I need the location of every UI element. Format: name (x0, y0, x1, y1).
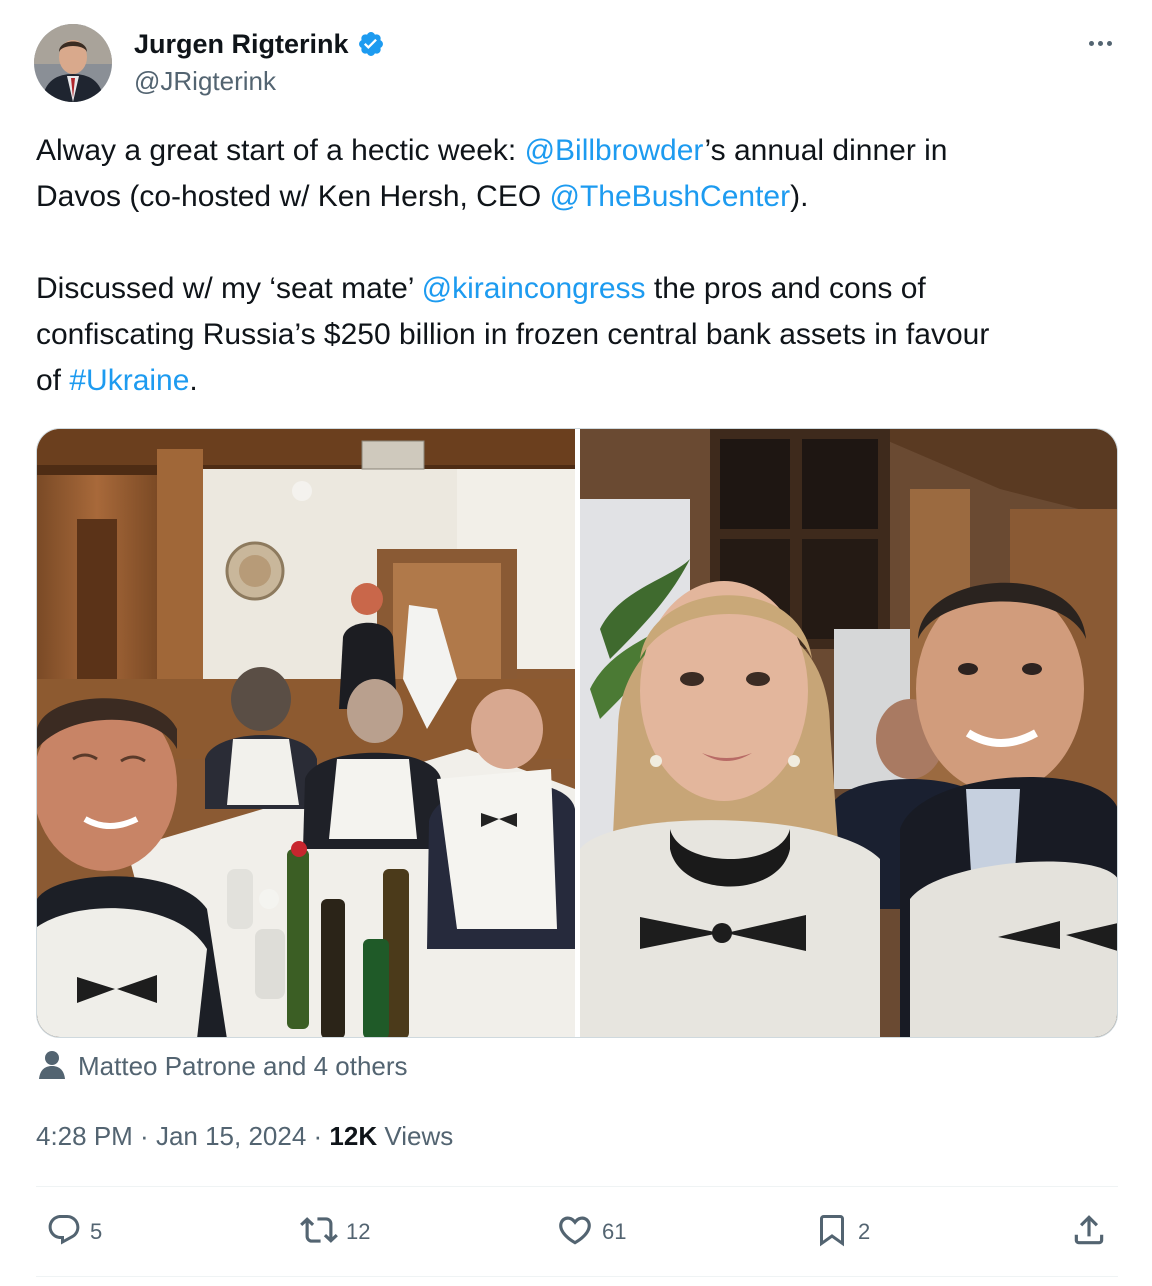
photo-selfie[interactable] (579, 429, 1117, 1037)
tweet-text-segment: Discussed w/ my ‘seat mate’ (36, 272, 422, 305)
tweet-text-segment: ). (790, 180, 809, 213)
tweet-text-segment: Davos (co-hosted w/ Ken Hersh, CEO (36, 180, 550, 213)
author-display-name[interactable]: Jurgen Rigterink (134, 29, 349, 60)
tweet-card: Jurgen Rigterink @JRigterink Alway a gre… (0, 0, 1152, 1286)
author-handle[interactable]: @JRigterink (134, 66, 276, 97)
more-icon[interactable] (1078, 28, 1122, 58)
media-grid (36, 428, 1118, 1038)
views-label: Views (377, 1120, 454, 1151)
mention-link-thebushcenter[interactable]: @TheBushCenter (550, 180, 791, 213)
tweet-line-1: Alway a great start of a hectic week: @B… (36, 128, 1126, 174)
tagged-people[interactable]: Matteo Patrone and 4 others (38, 1048, 408, 1084)
photo-dinner-table[interactable] (37, 429, 575, 1037)
tweet-text-segment: of (36, 364, 70, 397)
tweet-line-2: Davos (co-hosted w/ Ken Hersh, CEO @TheB… (36, 174, 1126, 220)
hashtag-link-ukraine[interactable]: #Ukraine (69, 364, 189, 397)
like-icon (556, 1211, 594, 1254)
reply-button[interactable]: 5 (46, 1212, 102, 1252)
like-count: 61 (602, 1219, 627, 1244)
verified-badge-icon[interactable] (357, 30, 385, 58)
mention-link-billbrowder[interactable]: @Billbrowder (525, 134, 705, 167)
tweet-text-segment: ’s annual dinner in (704, 134, 948, 167)
repost-button[interactable]: 12 (300, 1212, 370, 1252)
bookmark-icon (814, 1211, 850, 1254)
tweet-meta: 4:28 PM · Jan 15, 2024 · 12K Views (36, 1118, 453, 1154)
tweet-text-segment: Alway a great start of a hectic week: (36, 134, 525, 167)
repost-count: 12 (346, 1219, 371, 1244)
meta-separator: · (132, 1120, 156, 1151)
reply-count: 5 (90, 1219, 103, 1244)
divider (36, 1276, 1118, 1277)
bookmark-button[interactable]: 2 (814, 1212, 870, 1252)
timestamp-time[interactable]: 4:28 PM (36, 1121, 133, 1152)
tweet-line-5: of #Ukraine. (36, 358, 1126, 404)
reply-icon (46, 1212, 82, 1253)
tweet-text-segment: the pros and cons of (645, 272, 926, 305)
share-icon (1070, 1211, 1108, 1254)
meta-separator: · (306, 1120, 330, 1151)
bookmark-count: 2 (858, 1219, 871, 1244)
tagged-text: Matteo Patrone and 4 others (78, 1050, 408, 1081)
timestamp-date[interactable]: Jan 15, 2024 (156, 1121, 306, 1152)
divider (36, 1186, 1118, 1187)
like-button[interactable]: 61 (556, 1212, 626, 1252)
author-name-row: Jurgen Rigterink (134, 26, 385, 62)
mention-link-kiraincongress[interactable]: @kiraincongress (422, 272, 646, 305)
repost-icon (300, 1211, 338, 1254)
person-icon (38, 1049, 66, 1084)
tweet-line-4: confiscating Russia’s $250 billion in fr… (36, 318, 990, 351)
tweet-text: Alway a great start of a hectic week: @B… (36, 128, 1126, 404)
tweet-text-segment: . (189, 364, 198, 397)
share-button[interactable] (1070, 1212, 1108, 1252)
views-count: 12K (329, 1120, 378, 1151)
tweet-line-3: Discussed w/ my ‘seat mate’ @kiraincongr… (36, 266, 1126, 312)
avatar[interactable] (34, 24, 112, 102)
